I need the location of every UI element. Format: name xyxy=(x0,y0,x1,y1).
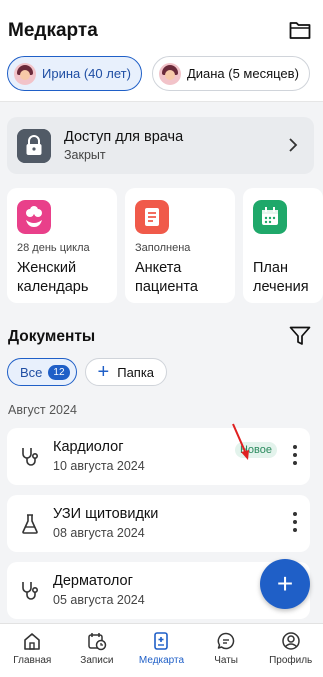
month-header: Август 2024 xyxy=(8,403,77,417)
card-patient-form[interactable]: Заполнена Анкета пациента xyxy=(125,188,235,303)
medcard-icon xyxy=(154,632,169,650)
card-female-calendar[interactable]: 28 день цикла Женский календарь xyxy=(7,188,117,303)
document-item[interactable]: Кардиолог 10 августа 2024 Новое xyxy=(7,428,310,485)
stethoscope-icon xyxy=(22,582,39,600)
chevron-right-icon xyxy=(289,138,298,152)
filter-all-label: Все xyxy=(20,364,43,380)
app-header: Медкарта Ирина (40 лет) Диана (5 месяцев… xyxy=(0,0,323,102)
calendar-clock-icon xyxy=(88,633,107,651)
filter-all-button[interactable]: Все 12 xyxy=(7,358,77,386)
document-date: 05 августа 2024 xyxy=(53,593,145,607)
document-title: Кардиолог xyxy=(53,439,124,455)
document-title: Дерматолог xyxy=(53,573,133,589)
documents-title: Документы xyxy=(8,328,96,345)
tab-home[interactable]: Главная xyxy=(0,624,65,677)
profile-chip-label: Ирина (40 лет) xyxy=(42,66,131,81)
feature-cards: 28 день цикла Женский календарь Заполнен… xyxy=(7,188,323,303)
document-date: 08 августа 2024 xyxy=(53,526,145,540)
card-title-line: лечения xyxy=(253,279,309,295)
document-title: УЗИ щитовидки xyxy=(53,506,159,522)
document-date: 10 августа 2024 xyxy=(53,459,145,473)
document-item[interactable]: УЗИ щитовидки 08 августа 2024 xyxy=(7,495,310,552)
folder-icon[interactable] xyxy=(289,20,311,40)
tab-appointments[interactable]: Записи xyxy=(65,624,130,677)
home-icon xyxy=(24,633,41,650)
tab-medcard[interactable]: Медкарта xyxy=(129,624,194,677)
tab-profile[interactable]: Профиль xyxy=(258,624,323,677)
avatar xyxy=(14,62,36,85)
profile-chip-diana[interactable]: Диана (5 месяцев) xyxy=(151,56,310,91)
profile-chip-irina[interactable]: Ирина (40 лет) xyxy=(7,56,142,91)
profile-icon xyxy=(281,632,300,650)
count-badge: 12 xyxy=(48,364,70,380)
card-subtitle: Заполнена xyxy=(135,242,191,254)
profile-switcher: Ирина (40 лет) Диана (5 месяцев) xyxy=(7,56,310,91)
flower-icon xyxy=(17,200,51,234)
more-vertical-icon[interactable] xyxy=(292,511,298,533)
annotation-arrow-icon xyxy=(232,423,249,460)
calendar-icon xyxy=(253,200,287,234)
document-filters: Все 12 + Папка xyxy=(7,358,168,386)
plus-icon: + xyxy=(97,361,110,383)
doctor-access-card[interactable]: Доступ для врача Закрыт xyxy=(7,117,314,174)
card-title-line: пациента xyxy=(135,279,198,295)
card-treatment-plan[interactable]: План лечения xyxy=(243,188,323,303)
card-title-line: Женский xyxy=(17,260,77,276)
bottom-tab-bar: Главная Записи Медкарта Чаты Профиль xyxy=(0,623,323,677)
access-status: Закрыт xyxy=(64,148,106,162)
avatar xyxy=(158,62,181,85)
card-title: План лечения xyxy=(253,259,309,297)
card-title: Анкета пациента xyxy=(135,259,198,297)
tab-label: Чаты xyxy=(214,655,238,666)
more-vertical-icon[interactable] xyxy=(292,444,298,466)
tab-chats[interactable]: Чаты xyxy=(194,624,259,677)
card-title: Женский календарь xyxy=(17,259,88,297)
card-subtitle: 28 день цикла xyxy=(17,242,90,254)
access-title: Доступ для врача xyxy=(64,129,184,145)
profile-chip-label: Диана (5 месяцев) xyxy=(186,66,299,81)
card-title-line: План xyxy=(253,260,288,276)
flask-icon xyxy=(22,514,38,534)
lock-icon xyxy=(17,129,51,163)
tab-label: Главная xyxy=(13,655,52,666)
tab-label: Профиль xyxy=(269,655,313,666)
filter-icon[interactable] xyxy=(289,326,311,346)
tab-label: Медкарта xyxy=(138,655,185,666)
tab-label: Записи xyxy=(80,655,114,666)
document-icon xyxy=(135,200,169,234)
card-title-line: календарь xyxy=(17,279,89,295)
add-folder-button[interactable]: + Папка xyxy=(84,358,168,386)
stethoscope-icon xyxy=(22,448,39,466)
chat-icon xyxy=(217,632,235,650)
add-document-fab[interactable]: + xyxy=(260,559,310,609)
page-title: Медкарта xyxy=(8,20,98,41)
card-title-line: Анкета xyxy=(135,260,182,276)
add-folder-label: Папка xyxy=(117,364,155,380)
